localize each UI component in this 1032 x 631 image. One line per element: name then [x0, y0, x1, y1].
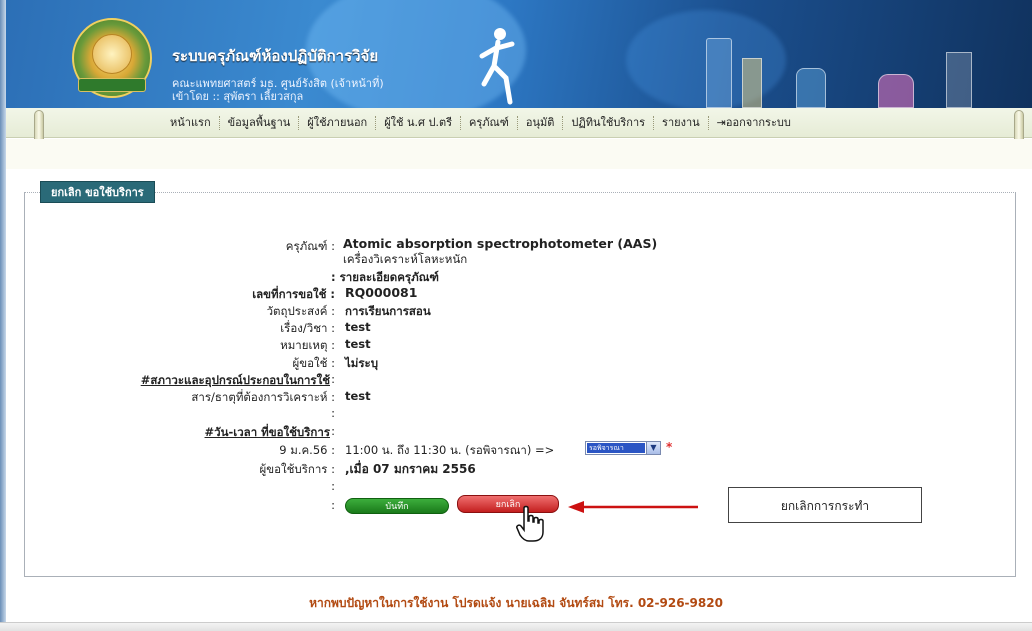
system-title: ระบบครุภัณฑ์ห้องปฏิบัติการวิจัย	[172, 47, 379, 65]
lab-flask-icon	[796, 68, 826, 108]
conditions-heading: #สภาวะและอุปกรณ์ประกอบในการใช้	[141, 372, 330, 390]
status-selected-value: รอพิจารณา	[587, 443, 645, 453]
seal-ribbon	[78, 78, 146, 92]
chevron-down-icon[interactable]: ▼	[646, 442, 660, 454]
red-arrow-icon	[568, 501, 698, 513]
status-select[interactable]: รอพิจารณา ▼	[585, 441, 661, 455]
buttons-row-colon: :	[331, 498, 335, 512]
purpose-label: วัตถุประสงค์ :	[266, 304, 335, 318]
nav-logout-label: ออกจากระบบ	[725, 116, 791, 129]
equipment-label: ครุภัณฑ์ :	[285, 239, 335, 253]
hand-cursor-icon	[516, 505, 544, 542]
required-marker: *	[666, 440, 673, 454]
lab-cylinder-icon	[946, 52, 972, 108]
substance-value: test	[345, 389, 371, 403]
save-button[interactable]: บันทึก	[345, 498, 449, 514]
running-figure-icon	[479, 28, 515, 105]
page-bottom-bar	[0, 622, 1032, 631]
nav-basic-data[interactable]: ข้อมูลพื้นฐาน	[220, 116, 300, 130]
nav-equipment[interactable]: ครุภัณฑ์	[461, 116, 518, 130]
conditions-heading-text: #สภาวะและอุปกรณ์ประกอบในการใช้	[140, 373, 330, 387]
nav-external-users[interactable]: ผู้ใช้ภายนอก	[299, 116, 377, 130]
note-label: หมายเหตุ :	[280, 338, 335, 352]
nav-strip	[6, 139, 1032, 169]
blank-row-colon: :	[331, 406, 335, 420]
main-navigation: หน้าแรก ข้อมูลพื้นฐาน ผู้ใช้ภายนอก ผู้ใช…	[6, 108, 1032, 154]
user-label: ผู้ขอใช้ :	[292, 356, 335, 370]
section-title: ยกเลิก ขอใช้บริการ	[40, 181, 155, 203]
equipment-name: Atomic absorption spectrophotometer (AAS…	[343, 236, 658, 251]
nav-home[interactable]: หน้าแรก	[162, 116, 220, 130]
nav-undergrad-users[interactable]: ผู้ใช้ น.ศ ป.ตรี	[376, 116, 462, 130]
subject-value: test	[345, 320, 371, 334]
requester-label: ผู้ขอใช้บริการ :	[259, 462, 335, 476]
subject-label: เรื่อง/วิชา :	[280, 321, 335, 335]
request-no-label: เลขที่การขอใช้ :	[252, 287, 335, 301]
nav-menu: หน้าแรก ข้อมูลพื้นฐาน ผู้ใช้ภายนอก ผู้ใช…	[162, 116, 799, 130]
lab-cylinder-icon	[742, 58, 762, 108]
nav-logout[interactable]: ⇥ออกจากระบบ	[709, 116, 799, 130]
nav-reports[interactable]: รายงาน	[654, 116, 709, 130]
site-header-banner: ระบบครุภัณฑ์ห้องปฏิบัติการวิจัย คณะแพทยศ…	[6, 0, 1032, 108]
request-no-value: RQ000081	[345, 285, 418, 300]
seal-center	[92, 34, 132, 74]
logout-icon: ⇥	[716, 116, 726, 129]
note-value: test	[345, 337, 371, 351]
blank-row-colon: :	[331, 479, 335, 493]
nav-approve[interactable]: อนุมัติ	[518, 116, 564, 130]
date-label: 9 ม.ค.56 :	[279, 443, 335, 457]
footer-contact: หากพบปัญหาในการใช้งาน โปรดแจ้ง นายเฉลิม …	[309, 596, 723, 610]
user-value: ไม่ระบุ	[345, 356, 379, 370]
logged-in-user: เข้าโดย :: สุพัตรา เลี้ยวสกุล	[172, 90, 304, 103]
annotation-callout: ยกเลิกการกระทำ	[728, 487, 922, 523]
browser-page: ระบบครุภัณฑ์ห้องปฏิบัติการวิจัย คณะแพทยศ…	[0, 0, 1032, 631]
purpose-value: การเรียนการสอน	[345, 304, 431, 318]
datetime-heading: #วัน-เวลา ที่ขอใช้บริการ	[205, 424, 330, 442]
university-seal-icon	[72, 18, 152, 98]
conditions-colon: :	[331, 372, 335, 386]
lab-cylinder-icon	[706, 38, 732, 108]
lab-beaker-icon	[878, 74, 914, 108]
datetime-heading-text: #วัน-เวลา ที่ขอใช้บริการ	[204, 425, 330, 439]
equipment-thai-name: เครื่องวิเคราะห์โลหะหนัก	[343, 252, 468, 266]
time-range-text: 11:00 น. ถึง 11:30 น. (รอพิจารณา) =>	[345, 443, 555, 457]
substance-label: สาร/ธาตุที่ต้องการวิเคราะห์ :	[191, 390, 335, 404]
requester-value: ,เมื่อ 07 มกราคม 2556	[345, 462, 476, 476]
datetime-colon: :	[331, 424, 335, 438]
nav-calendar[interactable]: ปฏิทินใช้บริการ	[563, 116, 655, 130]
